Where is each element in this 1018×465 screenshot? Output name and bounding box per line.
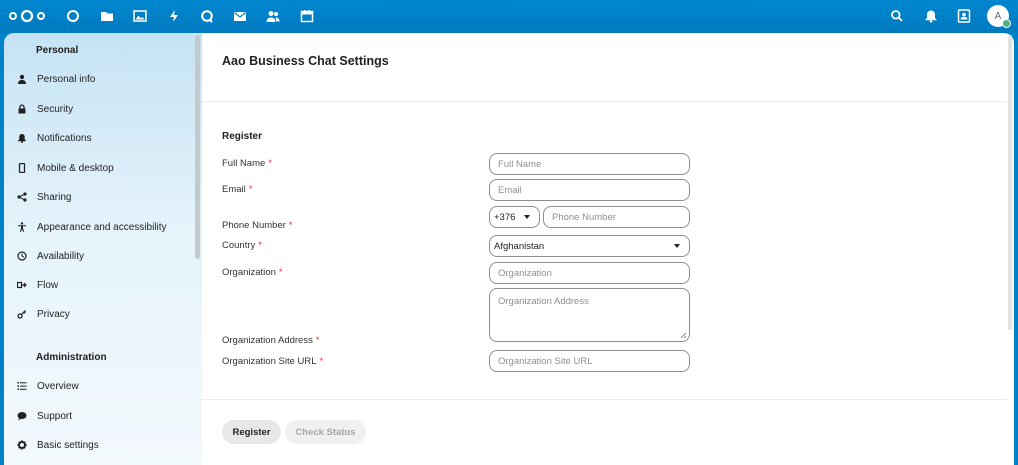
avatar-initial: A bbox=[994, 10, 1002, 22]
sidebar-heading-administration: Administration bbox=[36, 352, 107, 363]
nextcloud-logo-icon[interactable] bbox=[7, 9, 47, 23]
chevron-down-icon bbox=[524, 215, 530, 219]
user-icon bbox=[15, 72, 29, 86]
sidebar-item-label: Security bbox=[37, 103, 74, 115]
phone-icon bbox=[15, 161, 29, 175]
notifications-icon[interactable] bbox=[923, 8, 939, 24]
activity-icon[interactable] bbox=[166, 8, 182, 24]
mail-icon[interactable] bbox=[232, 8, 248, 24]
page-title: Aao Business Chat Settings bbox=[222, 54, 389, 68]
key-icon bbox=[15, 307, 29, 321]
contacts-icon[interactable] bbox=[265, 8, 281, 24]
required-marker: * bbox=[315, 335, 320, 346]
contacts-menu-icon[interactable] bbox=[956, 8, 972, 24]
sidebar-item-basic-settings[interactable]: Basic settings bbox=[15, 434, 195, 456]
list-icon bbox=[15, 379, 29, 393]
organization-address-label: Organization Address * bbox=[222, 335, 320, 346]
sidebar-item-label: Sharing bbox=[37, 191, 72, 203]
sidebar-item-appearance[interactable]: Appearance and accessibility bbox=[15, 216, 195, 238]
organization-address-textarea[interactable] bbox=[489, 288, 690, 342]
sidebar-item-label: Support bbox=[37, 410, 73, 422]
sidebar-item-label: Overview bbox=[37, 380, 79, 392]
country-label: Country * bbox=[222, 240, 262, 251]
sidebar-item-label: Notifications bbox=[37, 132, 92, 144]
sidebar-heading-personal: Personal bbox=[36, 45, 79, 56]
sidebar-item-label: Basic settings bbox=[37, 439, 99, 451]
full-name-input[interactable] bbox=[489, 153, 690, 175]
email-label: Email * bbox=[222, 184, 253, 195]
avatar[interactable]: A bbox=[987, 5, 1011, 28]
sidebar-item-label: Privacy bbox=[37, 308, 70, 320]
phone-country-code-select[interactable]: +376 bbox=[489, 206, 540, 228]
required-marker: * bbox=[278, 267, 283, 278]
settings-sidebar: Personal Personal info Security Notifica… bbox=[4, 33, 202, 465]
accessibility-icon bbox=[15, 220, 29, 234]
full-name-label: Full Name * bbox=[222, 158, 272, 169]
section-title-register: Register bbox=[222, 131, 263, 142]
organization-input[interactable] bbox=[489, 262, 690, 284]
sidebar-item-overview[interactable]: Overview bbox=[15, 375, 195, 397]
sidebar-item-label: Personal info bbox=[37, 73, 96, 85]
header-divider bbox=[202, 101, 1007, 102]
footer-divider bbox=[202, 399, 1007, 400]
lock-icon bbox=[15, 102, 29, 116]
email-input[interactable] bbox=[489, 179, 690, 201]
dashboard-icon[interactable] bbox=[65, 8, 81, 24]
register-button[interactable]: Register bbox=[222, 420, 281, 444]
sidebar-item-personal-info[interactable]: Personal info bbox=[15, 68, 195, 90]
country-select[interactable]: Afghanistan bbox=[489, 235, 690, 257]
sidebar-scrollbar[interactable] bbox=[195, 35, 200, 259]
chevron-down-icon bbox=[674, 244, 680, 248]
phone-number-label: Phone Number * bbox=[222, 220, 293, 231]
sidebar-item-availability[interactable]: Availability bbox=[15, 245, 195, 267]
sidebar-item-label: Availability bbox=[37, 250, 85, 262]
sidebar-item-privacy[interactable]: Privacy bbox=[15, 303, 195, 325]
required-marker: * bbox=[248, 184, 253, 195]
gear-icon bbox=[15, 438, 29, 452]
sidebar-item-label: Appearance and accessibility bbox=[37, 221, 167, 233]
check-status-button[interactable]: Check Status bbox=[285, 420, 366, 444]
required-marker: * bbox=[268, 158, 272, 169]
clock-icon bbox=[15, 249, 29, 263]
chat-icon bbox=[15, 409, 29, 423]
required-marker: * bbox=[319, 356, 324, 367]
required-marker: * bbox=[288, 220, 293, 231]
sidebar-item-label: Flow bbox=[37, 279, 59, 291]
sidebar-item-notifications[interactable]: Notifications bbox=[15, 127, 195, 149]
sidebar-item-mobile-desktop[interactable]: Mobile & desktop bbox=[15, 157, 195, 179]
top-bar: A bbox=[0, 0, 1018, 33]
organization-site-url-label: Organization Site URL * bbox=[222, 356, 324, 367]
flow-icon bbox=[15, 278, 29, 292]
resize-handle-icon[interactable] bbox=[680, 332, 687, 339]
organization-site-url-input[interactable] bbox=[489, 350, 690, 372]
phone-code-value: +376 bbox=[494, 211, 516, 223]
sidebar-item-security[interactable]: Security bbox=[15, 98, 195, 120]
share-icon bbox=[15, 190, 29, 204]
sidebar-item-flow[interactable]: Flow bbox=[15, 274, 195, 296]
files-icon[interactable] bbox=[99, 8, 115, 24]
organization-label: Organization * bbox=[222, 267, 283, 278]
sidebar-item-sharing[interactable]: Sharing bbox=[15, 186, 195, 208]
online-status-dot bbox=[1002, 19, 1011, 28]
talk-icon[interactable] bbox=[199, 8, 215, 24]
phone-number-input[interactable] bbox=[543, 206, 690, 228]
sidebar-item-support[interactable]: Support bbox=[15, 405, 195, 427]
main-content: Aao Business Chat Settings Register Full… bbox=[202, 33, 1014, 465]
calendar-icon[interactable] bbox=[299, 8, 315, 24]
photos-icon[interactable] bbox=[132, 8, 148, 24]
search-icon[interactable] bbox=[889, 8, 905, 24]
country-value: Afghanistan bbox=[494, 240, 545, 252]
required-marker: * bbox=[258, 240, 262, 251]
main-scrollbar[interactable] bbox=[1008, 35, 1012, 330]
bell-icon bbox=[15, 131, 29, 145]
sidebar-item-label: Mobile & desktop bbox=[37, 162, 114, 174]
